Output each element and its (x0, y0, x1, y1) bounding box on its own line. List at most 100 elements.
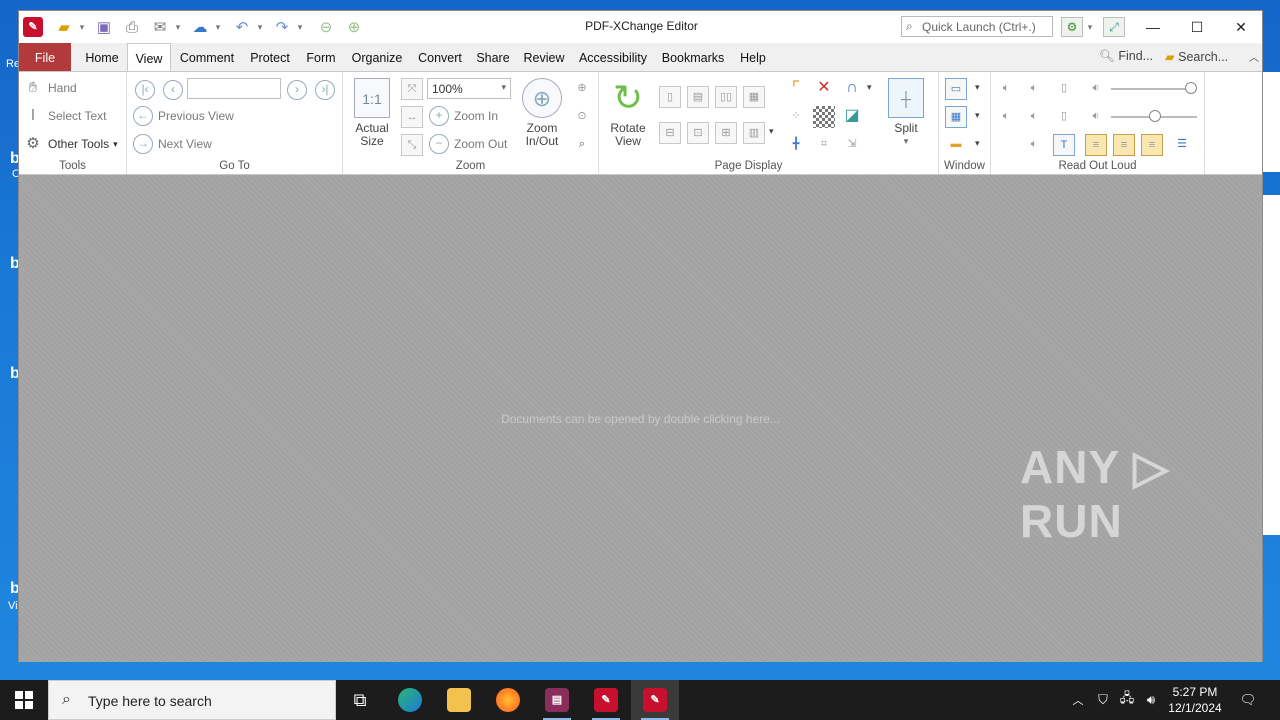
chevron-down-icon[interactable]: ▾ (867, 82, 872, 93)
workspace-icon[interactable]: ▬ (945, 134, 967, 156)
fullscreen-icon[interactable]: ⤢ (1103, 17, 1125, 37)
zoom-area-icon[interactable]: ⊙ (571, 106, 593, 128)
facing-pages-icon[interactable]: ▯▯ (715, 86, 737, 108)
volume-knob[interactable] (1185, 82, 1197, 94)
read-option-icon[interactable]: ≡ (1113, 134, 1135, 156)
email-icon[interactable]: ✉ (149, 16, 171, 38)
rulers-icon[interactable]: ⌜ (785, 78, 807, 100)
first-page-icon[interactable]: |‹ (135, 80, 155, 100)
search-button[interactable]: ▰ Search... (1165, 49, 1228, 64)
select-text-button[interactable]: Ⅰ Select Text (23, 106, 107, 126)
menu-bookmarks[interactable]: Bookmarks (659, 43, 727, 71)
minimize-button[interactable]: — (1131, 11, 1175, 43)
zoom-in-button[interactable]: + Zoom In (429, 106, 498, 126)
split-button[interactable]: ┼ Split ▾ (883, 78, 929, 148)
grid-icon[interactable]: ⁘ (785, 106, 807, 128)
system-clock[interactable]: 5:27 PM 12/1/2024 (1160, 684, 1230, 716)
previous-view-button[interactable]: ← Previous View (133, 106, 234, 126)
single-page-icon[interactable]: ▯ (659, 86, 681, 108)
arrange-windows-icon[interactable]: ▦ (945, 106, 967, 128)
fit-page-icon[interactable]: ⤧ (401, 78, 423, 100)
text-icon[interactable]: T (1053, 134, 1075, 156)
menu-organize[interactable]: Organize (349, 43, 405, 71)
read-option-icon[interactable]: ≡ (1085, 134, 1107, 156)
speaker-play-icon[interactable]: 🔈︎ (995, 78, 1017, 100)
speaker-next-icon[interactable]: 🔈︎ (1023, 106, 1045, 128)
zoom-level-select[interactable]: 100% ▾ (427, 78, 511, 99)
page-layout-icon[interactable]: ⊞ (715, 122, 737, 144)
transparency-grid-icon[interactable] (813, 106, 835, 128)
fit-width-icon[interactable]: ↔ (401, 106, 423, 128)
print-icon[interactable]: ⎙ (121, 16, 143, 38)
cloud-icon[interactable]: ☁ (189, 16, 211, 38)
menu-home[interactable]: Home (79, 43, 125, 71)
menu-share[interactable]: Share (473, 43, 513, 71)
chevron-down-icon[interactable]: ▾ (173, 16, 183, 38)
actual-size-button[interactable]: 1:1 Actual Size (351, 78, 393, 148)
speed-knob[interactable] (1149, 110, 1161, 122)
speaker-stop-icon[interactable]: 🔈︎ (995, 106, 1017, 128)
page-layout-icon[interactable]: ⊟ (659, 122, 681, 144)
taskbar-winrar[interactable]: ▤ (533, 680, 581, 720)
read-document-icon[interactable]: ▯ (1053, 106, 1075, 128)
page-layout-icon[interactable]: ⊡ (687, 122, 709, 144)
loupe-icon[interactable]: ⌕ (571, 134, 593, 156)
find-button[interactable]: 🔍︎ Find... (1099, 49, 1153, 64)
open-icon[interactable]: ▰ (53, 16, 75, 38)
document-area[interactable]: Documents can be opened by double clicki… (19, 175, 1262, 662)
next-view-button[interactable]: → Next View (133, 134, 212, 154)
read-page-icon[interactable]: ▯ (1053, 78, 1075, 100)
close-button[interactable]: ✕ (1219, 11, 1263, 43)
zoom-plus-icon[interactable]: ⊕ (571, 78, 593, 100)
coordinates-icon[interactable]: ⌗ (813, 134, 835, 156)
read-option-icon[interactable]: ≡ (1141, 134, 1163, 156)
redo-icon[interactable]: ↷ (271, 16, 293, 38)
ruler-tool-icon[interactable]: ◪ (841, 106, 863, 128)
maximize-button[interactable]: ☐ (1175, 11, 1219, 43)
back-icon[interactable]: ⊖ (315, 16, 337, 38)
chevron-down-icon[interactable]: ▾ (975, 110, 980, 121)
read-settings-icon[interactable]: ☰ (1171, 134, 1193, 156)
chevron-down-icon[interactable]: ▾ (295, 16, 305, 38)
chevron-down-icon[interactable]: ▾ (975, 138, 980, 149)
menu-file[interactable]: File (19, 43, 71, 71)
undo-icon[interactable]: ↶ (231, 16, 253, 38)
new-window-icon[interactable]: ▭ (945, 78, 967, 100)
menu-comment[interactable]: Comment (175, 43, 239, 71)
menu-help[interactable]: Help (735, 43, 771, 71)
notification-icon[interactable]: 🗨︎ (1236, 680, 1260, 720)
start-button[interactable] (0, 680, 48, 720)
menu-convert[interactable]: Convert (413, 43, 467, 71)
chevron-down-icon[interactable]: ▾ (77, 16, 87, 38)
menu-form[interactable]: Form (301, 43, 341, 71)
menu-protect[interactable]: Protect (245, 43, 295, 71)
tray-chevron-icon[interactable]: ︿ (1068, 680, 1088, 720)
page-layout-icon[interactable]: ▥ (743, 122, 765, 144)
crosshair-icon[interactable]: ✕ (813, 78, 835, 100)
taskbar-pdf-xchange[interactable]: ✎ (582, 680, 630, 720)
menu-view[interactable]: View (127, 43, 171, 72)
zoom-out-button[interactable]: − Zoom Out (429, 134, 507, 154)
taskbar-file-explorer[interactable] (435, 680, 483, 720)
chevron-down-icon[interactable]: ▾ (1085, 16, 1095, 38)
taskbar-search[interactable]: ⌕ Type here to search (48, 680, 336, 720)
magnet-icon[interactable]: ∩ (841, 78, 863, 100)
hand-tool-button[interactable]: ✋︎ Hand (23, 78, 77, 98)
settings-icon[interactable]: ⚙ (1061, 17, 1083, 37)
volume-icon[interactable]: 🔊︎ (1140, 680, 1162, 720)
zoom-inout-button[interactable]: ⊕ Zoom In/Out (519, 78, 565, 148)
menu-accessibility[interactable]: Accessibility (577, 43, 649, 71)
save-icon[interactable]: ▣ (93, 16, 115, 38)
previous-page-icon[interactable]: ‹ (163, 80, 183, 100)
speaker-icon[interactable]: 🔈︎ (1023, 134, 1045, 156)
snap-icon[interactable]: ⇲ (841, 134, 863, 156)
fit-visible-icon[interactable]: ⤡ (401, 134, 423, 156)
other-tools-button[interactable]: ⚙ Other Tools ▾ (23, 134, 117, 154)
continuous-page-icon[interactable]: ▤ (687, 86, 709, 108)
chevron-down-icon[interactable]: ▾ (769, 126, 774, 137)
network-icon[interactable]: 🖧︎ (1116, 680, 1138, 720)
facing-continuous-icon[interactable]: ▦ (743, 86, 765, 108)
taskbar-pdf-xchange-active[interactable]: ✎ (631, 680, 679, 720)
chevron-down-icon[interactable]: ▾ (213, 16, 223, 38)
quick-launch-input[interactable]: ⌕ Quick Launch (Ctrl+.) (901, 16, 1053, 37)
